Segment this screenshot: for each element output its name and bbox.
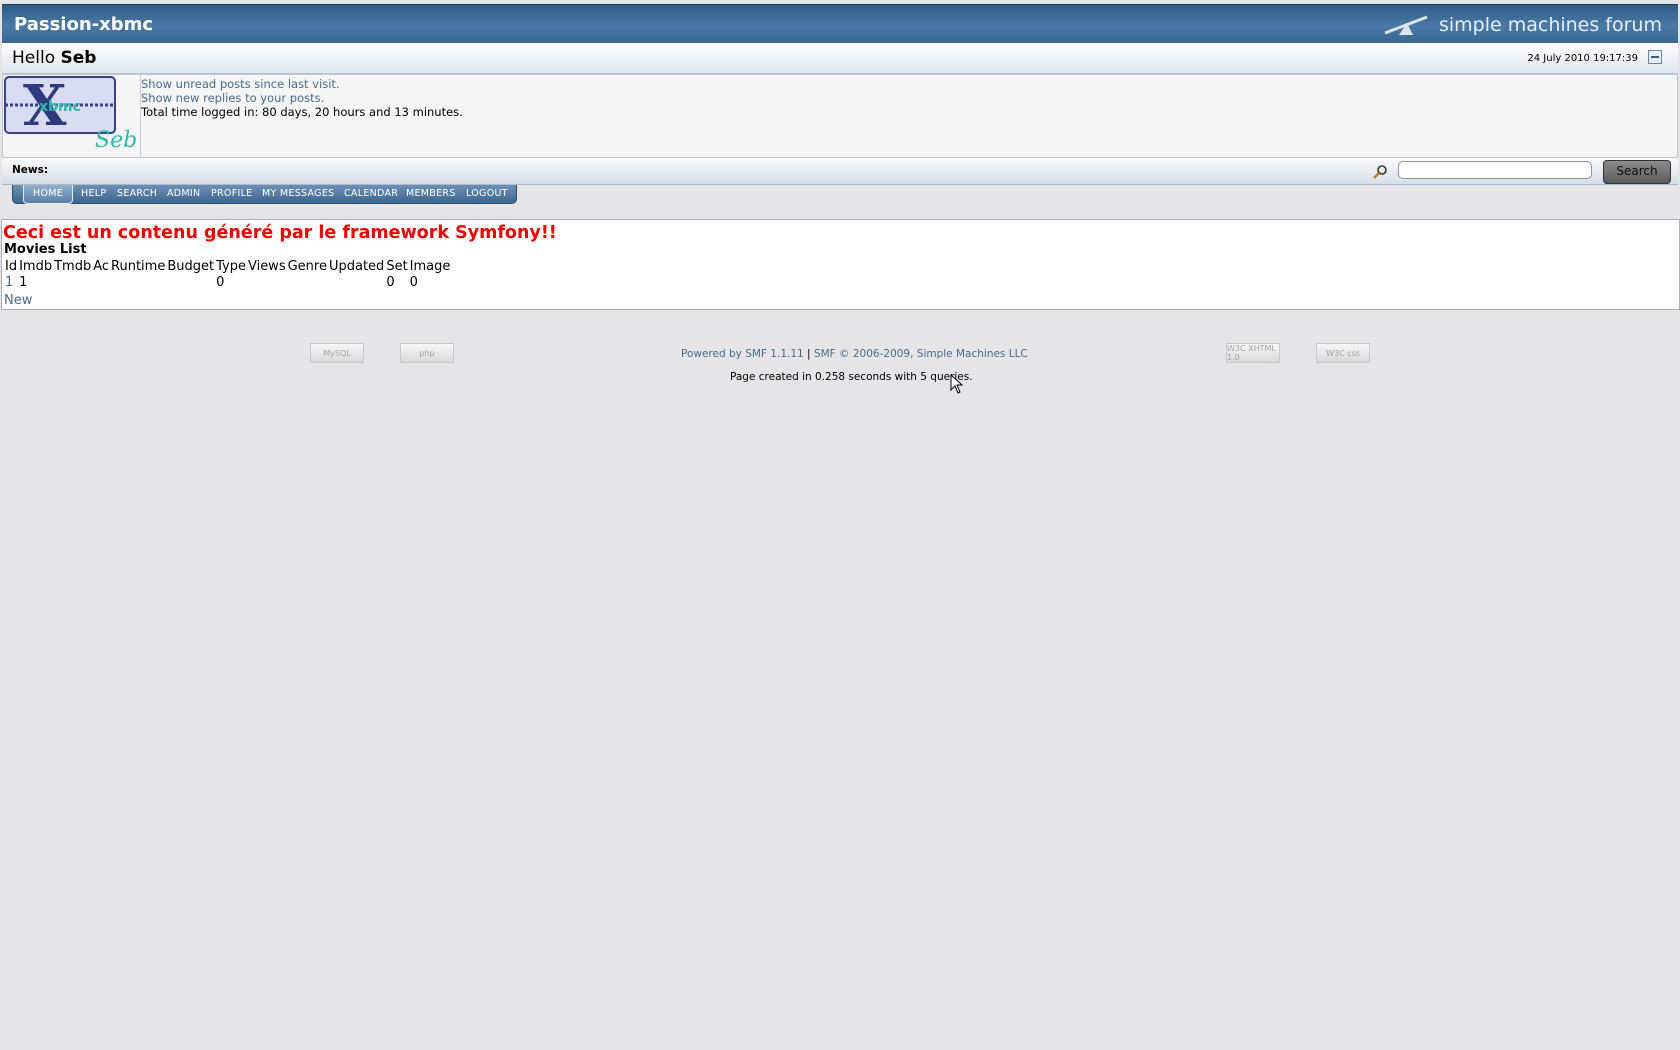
menu-home[interactable]: HOME [23, 185, 74, 204]
unread-posts-link[interactable]: Show unread posts since last visit. [141, 77, 463, 91]
time-logged-text: Total time logged in: 80 days, 20 hours … [141, 105, 463, 119]
new-movie-link[interactable]: New [4, 293, 32, 308]
table-cell [92, 274, 110, 290]
svg-text:xbmc: xbmc [39, 99, 81, 115]
table-cell [328, 274, 385, 290]
menu-admin[interactable]: ADMIN [167, 185, 200, 203]
column-header: Views [247, 258, 286, 274]
php-badge[interactable]: php [400, 343, 454, 363]
column-header: Budget [167, 258, 215, 274]
smf-logo-text: simple machines forum [1438, 14, 1662, 36]
menu-calendar[interactable]: CALENDAR [344, 185, 398, 203]
hello-greeting: Hello Seb [12, 48, 96, 68]
symfony-heading: Ceci est un contenu généré par le framew… [3, 223, 557, 243]
username: Seb [60, 48, 97, 68]
powered-by-link[interactable]: Powered by SMF 1.1.11 [681, 348, 804, 360]
column-header: Ac [93, 258, 110, 274]
table-cell: 1 [19, 274, 28, 290]
copyright-link[interactable]: SMF © 2006-2009, Simple Machines LLC [814, 348, 1028, 360]
user-links: Show unread posts since last visit. Show… [141, 77, 463, 119]
menu-logout[interactable]: LOGOUT [466, 185, 508, 203]
forum-title[interactable]: Passion-xbmc [14, 14, 153, 35]
column-header: Id [5, 258, 18, 274]
column-header: Set [386, 258, 408, 274]
table-cell: 0 [409, 274, 418, 290]
column-header: Type [216, 258, 246, 274]
column-header: Updated [328, 258, 385, 274]
mouse-cursor-icon [950, 374, 964, 394]
search-button[interactable]: Search [1603, 160, 1671, 184]
table-row: 1 1 0 0 0 [4, 274, 451, 290]
movies-table: Id Imdb Tmdb Ac Runtime Budget Type View… [4, 258, 451, 290]
smf-logo[interactable]: simple machines forum [1383, 11, 1662, 39]
table-cell: 0 [216, 274, 225, 290]
column-header: Runtime [111, 258, 166, 274]
powered-by-line: Powered by SMF 1.1.11 | SMF © 2006-2009,… [681, 348, 1028, 360]
column-header: Genre [287, 258, 327, 274]
menu-profile[interactable]: PROFILE [211, 185, 252, 203]
page-created-text: Page created in 0.258 seconds with 5 que… [730, 371, 973, 383]
table-header-row: Id Imdb Tmdb Ac Runtime Budget Type View… [4, 258, 451, 274]
movie-id-link[interactable]: 1 [5, 275, 13, 290]
current-datetime: 24 July 2010 19:17:39 [1527, 53, 1638, 64]
column-header: Imdb [19, 258, 53, 274]
collapse-icon[interactable] [1648, 50, 1662, 64]
menu-help[interactable]: HELP [81, 185, 106, 203]
avatar-signature: Seb [95, 128, 137, 153]
column-header: Image [409, 258, 451, 274]
table-cell [166, 274, 215, 290]
user-info-panel: X xbmc Seb Show unread posts since last … [2, 73, 1678, 158]
xhtml-badge[interactable]: W3C XHTML 1.0 [1226, 343, 1280, 363]
user-bar: Hello Seb 24 July 2010 19:17:39 [2, 43, 1678, 74]
hello-prefix: Hello [12, 48, 56, 68]
xbmc-avatar-icon: X xbmc Seb [4, 73, 137, 153]
forum-header: Passion-xbmc simple machines forum [2, 4, 1678, 44]
search-icon [1373, 165, 1387, 179]
news-label: News: [12, 164, 49, 176]
table-cell [110, 274, 166, 290]
new-replies-link[interactable]: Show new replies to your posts. [141, 91, 463, 105]
footer-separator: | [807, 348, 811, 360]
css-badge[interactable]: W3C css [1316, 343, 1370, 363]
movies-list-title: Movies List [4, 242, 87, 257]
menu-members[interactable]: MEMBERS [406, 185, 456, 203]
seesaw-logo-icon [1384, 15, 1428, 35]
search-input[interactable] [1398, 161, 1592, 179]
table-cell: 0 [386, 274, 395, 290]
table-cell [247, 274, 287, 290]
main-content: Ceci est un contenu généré par le framew… [1, 219, 1680, 310]
column-header: Tmdb [54, 258, 92, 274]
menu-search[interactable]: SEARCH [117, 185, 157, 203]
news-bar: News: Search [2, 158, 1678, 185]
mysql-badge[interactable]: MySQL [310, 343, 364, 363]
avatar: X xbmc Seb [3, 73, 141, 157]
table-cell [287, 274, 328, 290]
main-menu: HOME HELP SEARCH ADMIN PROFILE MY MESSAG… [12, 185, 517, 204]
table-cell [53, 274, 92, 290]
menu-my-messages[interactable]: MY MESSAGES [262, 185, 334, 203]
